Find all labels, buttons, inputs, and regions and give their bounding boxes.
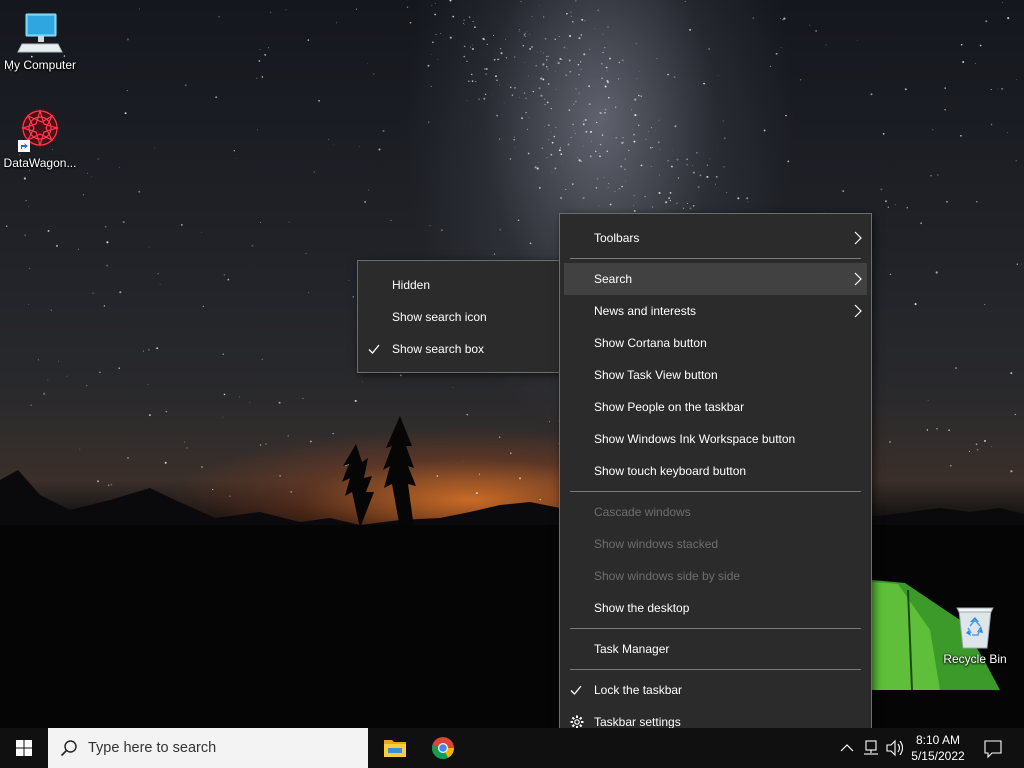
menu-item-lock-the-taskbar[interactable]: Lock the taskbar [560,674,871,706]
checkmark-icon [368,344,380,354]
menu-item-show-windows-stacked: Show windows stacked [560,528,871,560]
menu-item-news-and-interests[interactable]: News and interests [560,295,871,327]
menu-item-label: Task Manager [594,642,670,656]
chevron-right-icon [854,304,862,318]
gear-icon [570,715,584,729]
menu-item-show-people[interactable]: Show People on the taskbar [560,391,871,423]
action-center-button[interactable] [978,728,1008,768]
taskbar[interactable]: Type here to search 8:10 AM 5/15/2022 [0,728,1024,768]
menu-item-label: Lock the taskbar [594,683,683,697]
menu-item-show-windows-ink[interactable]: Show Windows Ink Workspace button [560,423,871,455]
menu-item-label: Show Cortana button [594,336,707,350]
menu-item-label: Show Windows Ink Workspace button [594,432,796,446]
folder-icon [384,740,406,757]
menu-item-label: Toolbars [594,231,640,245]
menu-item-label: Show People on the taskbar [594,400,745,414]
menu-item-label: Show windows side by side [594,569,741,583]
menu-separator [570,491,861,492]
taskbar-search-box[interactable]: Type here to search [48,728,368,768]
volume-tray-button[interactable] [884,728,906,768]
file-explorer-button[interactable] [374,728,416,768]
menu-separator [570,669,861,670]
menu-item-label: Hidden [392,278,431,292]
search-placeholder: Type here to search [88,740,217,756]
menu-item-toolbars[interactable]: Toolbars [560,222,871,254]
menu-item-search[interactable]: Search [564,263,867,295]
speaker-icon [886,739,904,757]
menu-item-show-the-desktop[interactable]: Show the desktop [560,592,871,624]
menu-item-cascade-windows: Cascade windows [560,496,871,528]
chrome-icon [431,737,454,760]
menu-item-label: Taskbar settings [594,715,681,729]
menu-item-label: Show search icon [392,310,487,324]
chrome-button[interactable] [422,728,464,768]
checkmark-icon [570,685,582,695]
submenu-item-hidden[interactable]: Hidden [358,269,561,301]
menu-item-label: Search [594,272,633,286]
desktop-icon-my-computer[interactable]: My Computer [0,8,80,72]
chevron-right-icon [854,272,862,286]
submenu-item-show-search-icon[interactable]: Show search icon [358,301,561,333]
menu-item-show-cortana-button[interactable]: Show Cortana button [560,327,871,359]
menu-separator [570,628,861,629]
chevron-right-icon [854,231,862,245]
desktop-icon-label: Recycle Bin [943,652,1007,666]
clock-time: 8:10 AM [915,733,961,747]
menu-item-label: Show touch keyboard button [594,464,747,478]
clock-date: 5/15/2022 [911,749,965,763]
desktop-icon-datawagon[interactable]: DataWagon... [0,106,80,170]
recycle-bin-icon [951,602,999,650]
notification-icon [984,740,1002,759]
desktop-icon-label: DataWagon... [3,156,77,170]
taskbar-context-menu: Toolbars Search News and interests Show … [559,213,872,746]
datawagon-shortcut-icon [16,106,64,154]
menu-item-label: Show windows stacked [594,537,719,551]
start-button[interactable] [0,728,48,768]
search-icon [60,740,77,757]
menu-item-show-task-view-button[interactable]: Show Task View button [560,359,871,391]
menu-item-label: News and interests [594,304,697,318]
menu-item-label: Cascade windows [594,505,691,519]
taskbar-clock[interactable]: 8:10 AM 5/15/2022 [906,732,970,764]
menu-item-label: Show search box [392,342,485,356]
menu-item-task-manager[interactable]: Task Manager [560,633,871,665]
network-icon [864,740,878,755]
windows-logo-icon [16,740,32,756]
menu-item-show-touch-keyboard[interactable]: Show touch keyboard button [560,455,871,487]
search-submenu: Hidden Show search icon Show search box [357,260,562,373]
menu-item-label: Show Task View button [594,368,718,382]
chevron-up-icon [840,744,854,752]
network-tray-button[interactable] [860,728,882,768]
computer-icon [16,8,64,56]
menu-separator [570,258,861,259]
submenu-item-show-search-box[interactable]: Show search box [358,333,561,365]
desktop-icon-recycle-bin[interactable]: Recycle Bin [935,602,1015,666]
menu-item-label: Show the desktop [594,601,690,615]
desktop-icon-label: My Computer [3,58,77,72]
menu-item-show-windows-side-by-side: Show windows side by side [560,560,871,592]
show-hidden-icons-button[interactable] [838,728,856,768]
